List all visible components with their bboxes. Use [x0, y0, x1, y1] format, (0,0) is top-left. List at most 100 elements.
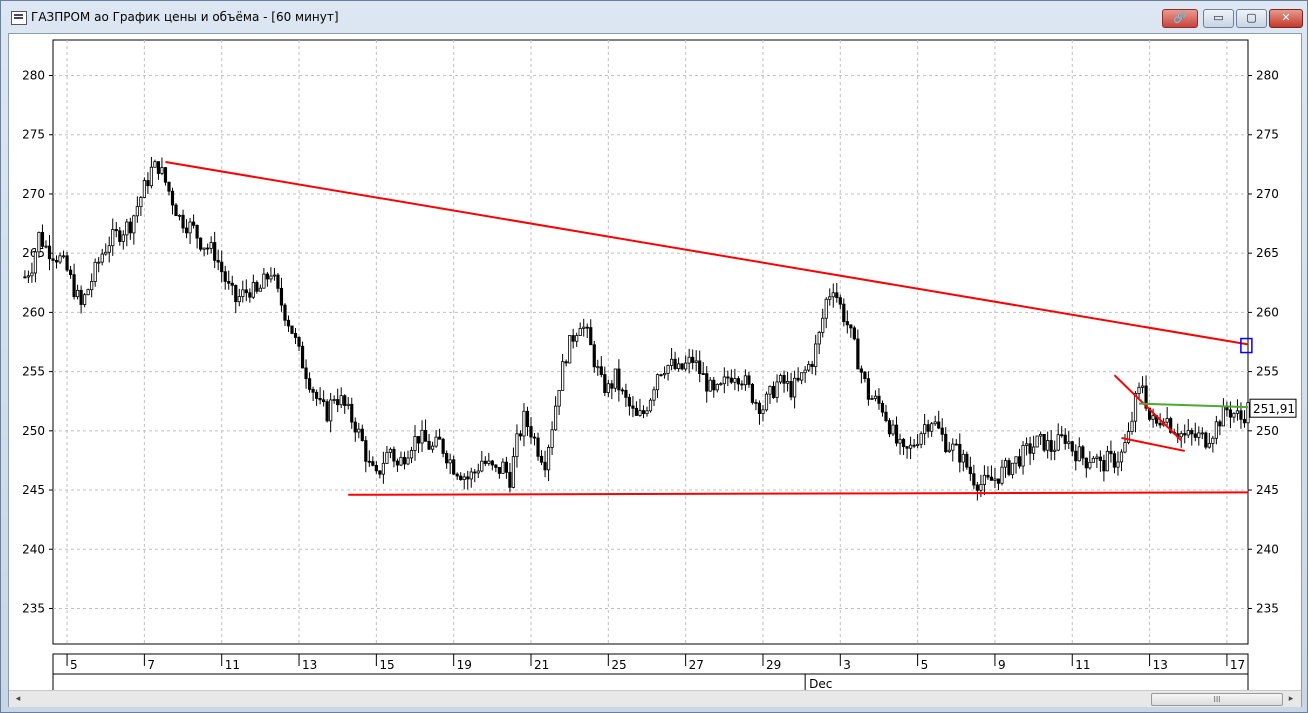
candle-body	[244, 289, 248, 294]
candle-body	[557, 389, 561, 407]
candle-body	[617, 368, 621, 391]
candle-body	[666, 365, 670, 374]
candle-body	[1193, 433, 1197, 438]
last-price-label: 251,91	[1253, 402, 1295, 416]
candle-body	[146, 180, 150, 187]
y-tick-label-left: 270	[22, 187, 45, 201]
candle-body	[944, 433, 948, 453]
candle-body	[315, 391, 319, 399]
x-tick-label: 15	[379, 658, 394, 672]
candle-body	[677, 363, 681, 370]
candle-body	[371, 461, 375, 466]
candle-body	[522, 410, 526, 437]
candle-body	[1190, 430, 1194, 435]
candle-body	[743, 375, 747, 386]
candle-body	[525, 410, 530, 427]
close-button[interactable]: ✕	[1269, 9, 1303, 28]
candle-body	[135, 206, 139, 217]
horizontal-scrollbar[interactable]: ◂ III ▸	[9, 690, 1301, 707]
x-tick-label: 5	[70, 658, 78, 672]
candle-body	[785, 381, 790, 384]
candle-body	[884, 411, 888, 422]
candle-body	[441, 438, 445, 454]
scroll-thumb[interactable]: III	[1151, 693, 1283, 706]
candle-body	[149, 166, 154, 187]
candle-body	[1010, 462, 1015, 475]
candle-body	[262, 273, 266, 289]
candle-body	[79, 289, 83, 305]
candle-body	[97, 261, 101, 264]
candle-body	[1067, 441, 1071, 444]
candle-body	[360, 428, 364, 441]
candle-body	[852, 327, 856, 340]
candle-body	[1183, 433, 1187, 436]
candle-body	[1130, 420, 1134, 432]
candle-body	[715, 383, 719, 391]
candle-body	[993, 478, 997, 481]
y-tick-label-right: 260	[1256, 305, 1279, 319]
candle-body	[919, 433, 923, 445]
candle-body	[582, 326, 586, 329]
candle-body	[156, 161, 161, 174]
candle-body	[374, 464, 378, 472]
chart-window: ГАЗПРОМ ао График цены и объёма - [60 ми…	[0, 0, 1308, 713]
candle-body	[332, 399, 336, 401]
candle-body	[490, 460, 494, 466]
candle-body	[1235, 410, 1240, 414]
candle-body	[1214, 421, 1218, 439]
y-tick-label-right: 280	[1256, 69, 1279, 83]
candle-body	[887, 420, 892, 435]
candle-body	[58, 255, 62, 263]
x-tick-label: 3	[843, 658, 851, 672]
title-bar[interactable]: ГАЗПРОМ ао График цены и объёма - [60 ми…	[1, 1, 1307, 33]
candle-body	[673, 358, 677, 370]
candle-body	[501, 461, 505, 474]
candle-body	[757, 402, 762, 414]
candle-body	[434, 436, 438, 447]
candle-body	[828, 296, 832, 300]
candle-body	[51, 258, 55, 261]
candle-body	[1204, 432, 1208, 448]
minimize-button[interactable]: ▭	[1203, 9, 1234, 28]
price-chart[interactable]: 235 235240 240245 245250 250255 255260 260265 2…	[9, 34, 1301, 690]
candle-body	[687, 356, 691, 364]
candle-body	[227, 281, 231, 284]
y-tick-label-right: 270	[1256, 187, 1279, 201]
candle-body	[367, 460, 371, 463]
candle-body	[923, 424, 927, 435]
candle-body	[729, 377, 733, 383]
candle-body	[286, 319, 291, 327]
candle-body	[255, 281, 259, 292]
candle-body	[603, 374, 607, 393]
candle-body	[248, 292, 252, 298]
candle-body	[241, 289, 245, 297]
candle-body	[1197, 432, 1201, 438]
candle-body	[1105, 450, 1110, 472]
candle-body	[290, 325, 294, 334]
candle-body	[986, 474, 990, 478]
candle-body	[420, 429, 424, 444]
candle-body	[504, 461, 508, 473]
scroll-right-arrow-icon[interactable]: ▸	[1283, 692, 1299, 706]
y-tick-label-left: 240	[22, 542, 45, 556]
candle-body	[1081, 446, 1085, 459]
candle-body	[838, 297, 842, 305]
candle-body	[1102, 460, 1106, 472]
candle-body	[568, 335, 572, 364]
candle-body	[996, 478, 1001, 484]
candle-body	[937, 421, 941, 429]
candle-body	[1186, 430, 1190, 436]
candle-body	[487, 460, 491, 464]
candle-body	[803, 369, 807, 374]
candle-body	[669, 358, 674, 366]
candle-body	[1242, 418, 1247, 424]
maximize-button[interactable]: ▢	[1236, 9, 1267, 28]
x-tick-label: 5	[921, 658, 929, 672]
candle-body	[624, 389, 628, 398]
candle-body	[1123, 442, 1127, 453]
chart-area[interactable]: 235 235 240 240 245 245 250 250 255 255 260 260 265 2…	[8, 33, 1302, 707]
scroll-left-arrow-icon[interactable]: ◂	[10, 692, 26, 706]
candle-body	[128, 221, 132, 234]
candle-body	[206, 247, 210, 250]
link-button[interactable]: 🔗	[1162, 9, 1198, 28]
